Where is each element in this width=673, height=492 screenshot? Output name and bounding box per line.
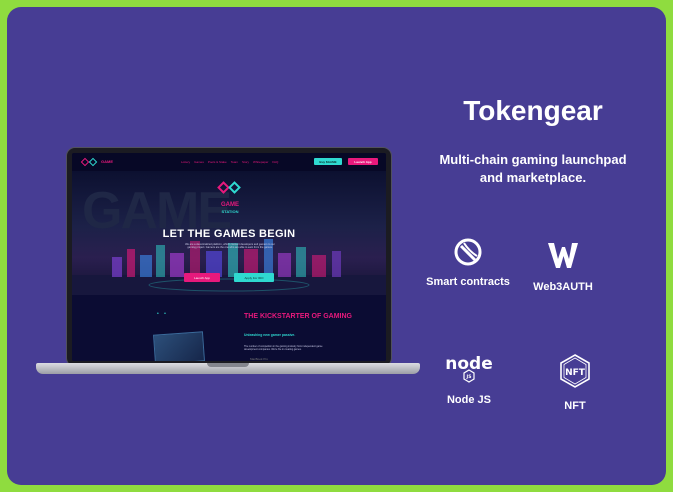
device-label: MacBook Pro bbox=[249, 357, 268, 361]
site-logo-text: GAME bbox=[101, 159, 113, 164]
section-title: THE KICKSTARTER OF GAMING bbox=[244, 313, 352, 320]
feature-label: Node JS bbox=[446, 394, 491, 406]
svg-text:NFT: NFT bbox=[565, 368, 586, 378]
feature-web3auth: Web3AUTH bbox=[518, 241, 608, 294]
laptop-mockup: GAME Lottery Games Pools & Stake Team St… bbox=[36, 147, 420, 381]
product-title: Tokengear bbox=[463, 95, 603, 126]
nodejs-icon: node JS bbox=[445, 354, 493, 383]
logo-diamond-icon bbox=[228, 181, 241, 194]
hero-apply-ido-button[interactable]: Apply For IDO bbox=[234, 273, 274, 282]
hero-subtitle: We are a decentralized platform, which c… bbox=[185, 243, 275, 250]
buy-token-button[interactable]: Buy $GAME bbox=[314, 158, 342, 165]
nav-link[interactable]: Games bbox=[194, 160, 204, 164]
site-nav-links: Lottery Games Pools & Stake Team Story W… bbox=[181, 160, 278, 164]
product-subtitle: Multi-chain gaming launchpad and marketp… bbox=[439, 152, 627, 185]
feature-nft: NFT NFT bbox=[530, 353, 620, 413]
nav-link[interactable]: Lottery bbox=[181, 160, 190, 164]
logo-diamond-icon bbox=[88, 157, 98, 167]
svg-text:node: node bbox=[445, 354, 492, 374]
nav-link[interactable]: Story bbox=[242, 160, 249, 164]
hero-logo-text: GAME bbox=[221, 202, 239, 208]
section-subtitle: Unleashing new gamer passive. bbox=[244, 333, 296, 337]
nav-link[interactable]: Pools & Stake bbox=[208, 160, 227, 164]
feature-smart-contracts: Smart contracts bbox=[423, 237, 513, 289]
hero-launch-app-button[interactable]: Launch App bbox=[184, 273, 220, 282]
nav-link[interactable]: FAQ bbox=[272, 160, 278, 164]
laptop-notch bbox=[207, 363, 249, 367]
laptop-lid: GAME Lottery Games Pools & Stake Team St… bbox=[66, 147, 392, 367]
svg-text:JS: JS bbox=[466, 374, 472, 380]
feature-nodejs: node JS Node JS bbox=[424, 353, 514, 407]
smart-contract-icon bbox=[454, 238, 482, 266]
decorative-dots: • • bbox=[157, 311, 168, 317]
game-preview-image bbox=[153, 331, 205, 361]
site-navbar: GAME Lottery Games Pools & Stake Team St… bbox=[72, 153, 386, 171]
site-kickstarter-section: • • THE KICKSTARTER OF GAMING Unleashing… bbox=[72, 295, 386, 361]
site-hero: GAME GAME STATION LET THE GAMES BEGIN We… bbox=[72, 171, 386, 295]
hero-logo-subtext: STATION bbox=[221, 209, 239, 214]
section-body: The number of competition in the gaming … bbox=[244, 345, 323, 351]
hero-title: LET THE GAMES BEGIN bbox=[162, 228, 296, 240]
nft-icon: NFT bbox=[560, 354, 590, 388]
hero-logo bbox=[217, 181, 241, 194]
nav-link[interactable]: Whitepaper bbox=[253, 160, 268, 164]
showcase-card: GAME Lottery Games Pools & Stake Team St… bbox=[7, 7, 666, 485]
feature-label: Smart contracts bbox=[426, 276, 510, 288]
feature-label: NFT bbox=[564, 400, 586, 412]
site-logo[interactable]: GAME bbox=[80, 157, 113, 167]
feature-label: Web3AUTH bbox=[533, 281, 593, 293]
web3auth-icon bbox=[548, 243, 578, 268]
nav-link[interactable]: Team bbox=[231, 160, 238, 164]
laptop-screen: GAME Lottery Games Pools & Stake Team St… bbox=[72, 153, 386, 361]
launch-app-button[interactable]: Launch App bbox=[348, 158, 378, 165]
